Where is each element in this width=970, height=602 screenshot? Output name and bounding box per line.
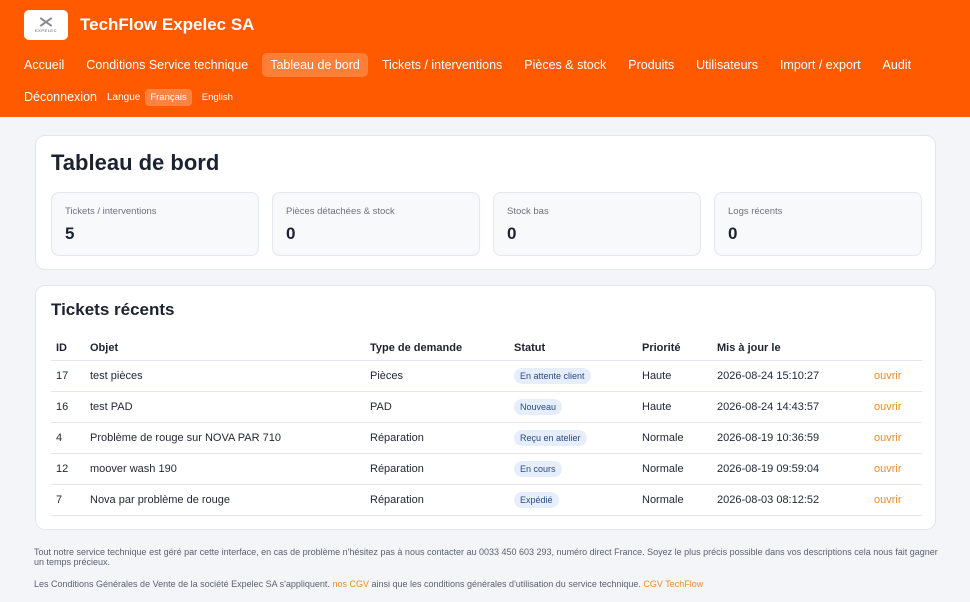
ticket-id: 16 xyxy=(51,391,85,423)
stat-label: Logs récents xyxy=(728,206,783,217)
ticket-type: PAD xyxy=(365,391,509,423)
stat-value: 0 xyxy=(728,224,738,243)
table-row: 7 Nova par problème de rouge Réparation … xyxy=(51,484,922,516)
nav-accueil[interactable]: Accueil xyxy=(16,53,72,77)
stat-value: 0 xyxy=(286,224,296,243)
nav-conditions-service[interactable]: Conditions Service technique xyxy=(78,53,256,77)
ticket-subject: moover wash 190 xyxy=(85,453,365,485)
ticket-updated: 2026-08-03 08:12:52 xyxy=(712,484,869,516)
ticket-subject: Nova par problème de rouge xyxy=(85,484,365,516)
table-row: 16 test PAD PAD Nouveau Haute 2026-08-24… xyxy=(51,391,922,423)
stat-label: Pièces détachées & stock xyxy=(286,206,395,217)
ticket-priority: Normale xyxy=(637,422,712,454)
secondary-nav: Déconnexion Langue Français English xyxy=(16,86,946,108)
brand-logo[interactable]: EXPELEC xyxy=(24,10,68,40)
col-maj: Mis à jour le xyxy=(712,336,869,361)
nav-audit[interactable]: Audit xyxy=(875,53,920,77)
open-ticket-link[interactable]: ouvrir xyxy=(874,401,902,413)
ticket-priority: Haute xyxy=(637,391,712,423)
ticket-subject: test pièces xyxy=(85,360,365,392)
open-ticket-link[interactable]: ouvrir xyxy=(874,494,902,506)
col-actions xyxy=(869,336,922,361)
stat-value: 0 xyxy=(507,224,517,243)
open-ticket-link[interactable]: ouvrir xyxy=(874,432,902,444)
status-badge: Nouveau xyxy=(514,398,563,415)
nav-tickets[interactable]: Tickets / interventions xyxy=(374,53,510,77)
stat-logs: Logs récents 0 xyxy=(714,192,922,256)
ticket-id: 17 xyxy=(51,360,85,392)
open-ticket-link[interactable]: ouvrir xyxy=(874,463,902,475)
status-badge: Reçu en atelier xyxy=(514,429,587,446)
recent-tickets-card: Tickets récents ID Objet Type de demande… xyxy=(35,285,936,530)
lang-fr-button[interactable]: Français xyxy=(145,88,192,106)
logo-mark-icon xyxy=(38,17,54,27)
ticket-updated: 2026-08-24 15:10:27 xyxy=(712,360,869,392)
footer-terms: Les Conditions Générales de Vente de la … xyxy=(34,579,939,589)
page-footer: Tout notre service technique est géré pa… xyxy=(34,547,939,589)
cgv-techflow-link[interactable]: CGV TechFlow xyxy=(643,579,703,589)
table-header-row: ID Objet Type de demande Statut Priorité… xyxy=(51,336,922,361)
ticket-id: 12 xyxy=(51,453,85,485)
ticket-type: Réparation xyxy=(365,422,509,454)
ticket-priority: Normale xyxy=(637,453,712,485)
logout-link[interactable]: Déconnexion xyxy=(16,87,105,107)
page-title: Tableau de bord xyxy=(51,150,220,175)
col-priorite: Priorité xyxy=(637,336,712,361)
table-row: 17 test pièces Pièces En attente client … xyxy=(51,360,922,392)
top-header: EXPELEC TechFlow Expelec SA Accueil Cond… xyxy=(0,0,970,117)
status-badge: En cours xyxy=(514,460,562,477)
stat-value: 5 xyxy=(65,224,75,243)
ticket-updated: 2026-08-24 14:43:57 xyxy=(712,391,869,423)
col-type: Type de demande xyxy=(365,336,509,361)
col-objet: Objet xyxy=(85,336,365,361)
tickets-table: ID Objet Type de demande Statut Priorité… xyxy=(51,336,922,516)
language-label: Langue xyxy=(106,91,141,103)
ticket-type: Réparation xyxy=(365,484,509,516)
ticket-updated: 2026-08-19 10:36:59 xyxy=(712,422,869,454)
col-statut: Statut xyxy=(509,336,637,361)
footer-contact-text: Tout notre service technique est géré pa… xyxy=(34,547,938,567)
nav-pieces-stock[interactable]: Pièces & stock xyxy=(516,53,614,77)
nav-import-export[interactable]: Import / export xyxy=(772,53,869,77)
ticket-id: 7 xyxy=(51,484,85,516)
footer-terms-text-2: ainsi que les conditions générales d'uti… xyxy=(371,579,641,589)
nav-produits[interactable]: Produits xyxy=(620,53,682,77)
ticket-id: 4 xyxy=(51,422,85,454)
nav-tableau-de-bord[interactable]: Tableau de bord xyxy=(262,53,368,77)
ticket-subject: Problème de rouge sur NOVA PAR 710 xyxy=(85,422,365,454)
dashboard-card: Tableau de bord Tickets / interventions … xyxy=(35,135,936,270)
ticket-priority: Normale xyxy=(637,484,712,516)
logo-text: EXPELEC xyxy=(35,28,57,33)
lang-en-button[interactable]: English xyxy=(197,89,238,106)
ticket-subject: test PAD xyxy=(85,391,365,423)
nav-utilisateurs[interactable]: Utilisateurs xyxy=(688,53,766,77)
ticket-priority: Haute xyxy=(637,360,712,392)
brand: EXPELEC TechFlow Expelec SA xyxy=(24,10,946,40)
ticket-type: Réparation xyxy=(365,453,509,485)
col-id: ID xyxy=(51,336,85,361)
recent-tickets-title: Tickets récents xyxy=(51,300,175,319)
brand-name: TechFlow Expelec SA xyxy=(80,15,255,34)
stat-label: Stock bas xyxy=(507,206,549,217)
open-ticket-link[interactable]: ouvrir xyxy=(874,370,902,382)
main-nav: Accueil Conditions Service technique Tab… xyxy=(16,52,946,78)
footer-terms-text: Les Conditions Générales de Vente de la … xyxy=(34,579,330,589)
stat-stock-bas: Stock bas 0 xyxy=(493,192,701,256)
status-badge: En attente client xyxy=(514,367,591,384)
ticket-type: Pièces xyxy=(365,360,509,392)
table-row: 4 Problème de rouge sur NOVA PAR 710 Rép… xyxy=(51,422,922,454)
cgv-link[interactable]: nos CGV xyxy=(332,579,369,589)
stat-label: Tickets / interventions xyxy=(65,206,157,217)
table-row: 12 moover wash 190 Réparation En cours N… xyxy=(51,453,922,485)
stat-tickets: Tickets / interventions 5 xyxy=(51,192,259,256)
stat-pieces: Pièces détachées & stock 0 xyxy=(272,192,480,256)
status-badge: Expédié xyxy=(514,491,559,508)
ticket-updated: 2026-08-19 09:59:04 xyxy=(712,453,869,485)
